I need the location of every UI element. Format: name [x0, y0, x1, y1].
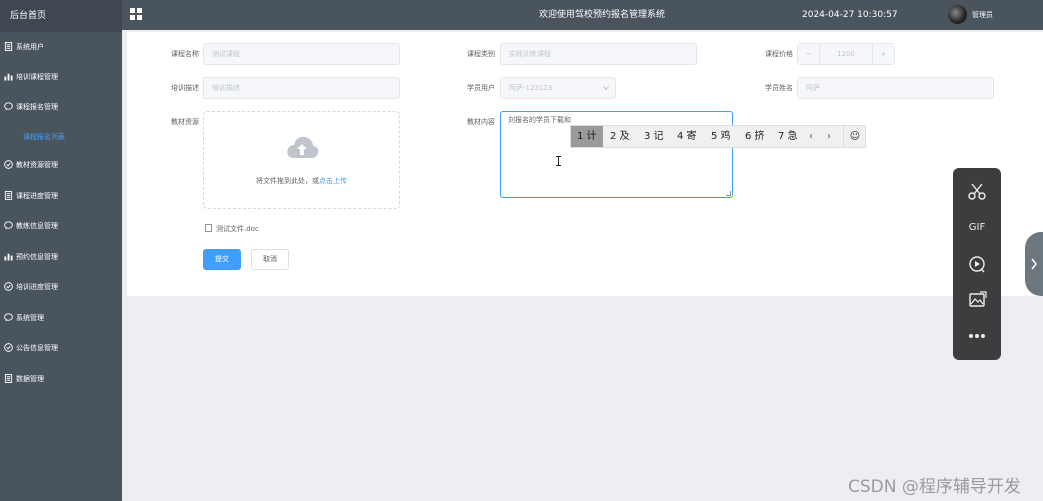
ime-candidate[interactable]: 4 寄: [671, 126, 703, 147]
sidebar-brand-home[interactable]: 后台首页: [0, 0, 122, 32]
ime-candidate[interactable]: 1 计: [571, 126, 603, 147]
student-user-value: 阿萨-123123: [509, 84, 553, 92]
ime-candidate[interactable]: 7 急: [772, 126, 804, 147]
sidebar-item-label: 数据管理: [16, 375, 44, 383]
username[interactable]: 管理员: [972, 0, 993, 30]
sidebar-subitem-enrollment-list[interactable]: 课程报名列表: [0, 127, 122, 147]
file-upload-dropzone[interactable]: 将文件拖到此处，或点击上传: [203, 111, 400, 209]
chevron-right-icon: [1031, 258, 1037, 270]
grid-menu-icon[interactable]: [130, 8, 142, 20]
training-desc-label: 培训描述: [171, 84, 199, 92]
document-icon: [4, 374, 13, 383]
expand-side-tab[interactable]: [1025, 232, 1043, 296]
avatar[interactable]: [948, 5, 967, 24]
ime-candidate[interactable]: 3 记: [638, 126, 670, 147]
student-name-label: 学员姓名: [765, 84, 793, 92]
top-bar: 欢迎使用驾校预约报名管理系统 2024-04-27 10:30:57 管理员: [122, 0, 1043, 30]
course-name-label: 课程名称: [171, 50, 199, 58]
sidebar-item-label: 培训课程管理: [16, 73, 58, 81]
ime-emoji-icon[interactable]: ☺: [843, 126, 866, 147]
more-icon[interactable]: [965, 325, 989, 347]
watermark: CSDN @程序辅导开发: [848, 477, 1021, 497]
text-cursor-icon: [556, 156, 561, 166]
submit-button[interactable]: 提交: [203, 249, 241, 270]
sidebar-item-course-mgmt[interactable]: 培训课程管理: [0, 67, 122, 87]
system-title: 欢迎使用驾校预约报名管理系统: [538, 10, 665, 20]
course-name-input[interactable]: 测试课程: [203, 43, 400, 65]
cancel-button[interactable]: 取消: [251, 249, 289, 270]
click-upload-link[interactable]: 点击上传: [319, 177, 347, 185]
student-user-label: 学员用户: [467, 84, 495, 92]
sidebar-item-coach-mgmt[interactable]: 教练信息管理: [0, 216, 122, 236]
ime-candidate-bar: 1 计 2 及 3 记 4 寄 5 鸡 6 挤 7 急 ‹ › ☺: [570, 125, 866, 148]
student-name-input[interactable]: 阿萨: [797, 77, 994, 99]
screenshot-tools-panel: GIF: [953, 168, 1001, 360]
clock-datetime: 2024-04-27 10:30:57: [802, 10, 898, 20]
document-icon: [4, 42, 13, 51]
gif-icon[interactable]: GIF: [965, 217, 989, 239]
upload-hint-text: 将文件拖到此处，或: [256, 177, 319, 185]
sidebar-item-label: 课程进度管理: [16, 192, 58, 200]
upload-hint: 将文件拖到此处，或点击上传: [204, 176, 399, 186]
course-price-stepper[interactable]: − 1200 +: [797, 43, 895, 65]
file-doc-icon: [205, 224, 212, 232]
chat-icon: [4, 313, 13, 322]
sidebar-item-progress-mgmt[interactable]: 课程进度管理: [0, 186, 122, 206]
sidebar-item-enrollment-mgmt[interactable]: 课程报名管理: [0, 97, 122, 117]
sidebar-item-label: 预约信息管理: [16, 253, 58, 261]
sidebar-item-material-mgmt[interactable]: 教材资源管理: [0, 155, 122, 175]
sidebar: 后台首页 系统用户 培训课程管理 课程报名管理 课程报名列表 教材资源管理 课程…: [0, 0, 122, 501]
record-icon[interactable]: [965, 253, 989, 275]
ime-candidate[interactable]: 5 鸡: [705, 126, 737, 147]
ime-prev-page[interactable]: ‹: [809, 126, 813, 147]
course-type-label: 课程类别: [467, 50, 495, 58]
sidebar-item-booking-mgmt[interactable]: 预约信息管理: [0, 247, 122, 267]
uploaded-file-item[interactable]: 测试文件.doc: [205, 224, 259, 234]
ime-next-page[interactable]: ›: [827, 126, 831, 147]
ime-candidate[interactable]: 6 挤: [739, 126, 771, 147]
student-user-select[interactable]: 阿萨-123123: [500, 77, 616, 99]
form-card: 课程名称 测试课程 课程类别 实践训练课程 课程价格 − 1200 + 培训描述…: [127, 32, 1043, 296]
course-price-value: 1200: [837, 50, 855, 58]
material-content-label: 教材内容: [467, 118, 495, 126]
sidebar-item-label: 课程报名管理: [16, 103, 58, 111]
sidebar-item-label: 教材资源管理: [16, 161, 58, 169]
sidebar-item-system-users[interactable]: 系统用户: [0, 37, 122, 57]
cloud-upload-icon: [287, 136, 319, 158]
sidebar-item-label: 公告信息管理: [16, 344, 58, 352]
chat-icon: [4, 102, 13, 111]
training-desc-input[interactable]: 培训描述: [203, 77, 400, 99]
bar-chart-icon: [4, 253, 13, 261]
material-resource-label: 教材资源: [171, 118, 199, 126]
ime-candidate[interactable]: 2 及: [604, 126, 636, 147]
chat-icon: [4, 221, 13, 230]
bar-chart-icon: [4, 73, 13, 81]
increment-button[interactable]: +: [872, 44, 894, 64]
sidebar-item-training-progress-mgmt[interactable]: 培训进度管理: [0, 277, 122, 297]
decrement-button[interactable]: −: [798, 44, 820, 64]
sidebar-item-data-mgmt[interactable]: 数据管理: [0, 369, 122, 389]
sidebar-item-label: 系统管理: [16, 314, 44, 322]
sidebar-item-label: 教练信息管理: [16, 222, 58, 230]
check-circle-icon: [4, 282, 13, 291]
file-name: 测试文件.doc: [216, 225, 259, 233]
sidebar-item-label: 系统用户: [16, 43, 44, 51]
document-icon: [4, 191, 13, 200]
material-content-value: 刘报名的学员下载和: [508, 116, 571, 124]
sidebar-item-notice-mgmt[interactable]: 公告信息管理: [0, 338, 122, 358]
chevron-down-icon: [603, 86, 609, 91]
course-type-input[interactable]: 实践训练课程: [500, 43, 697, 65]
check-circle-icon: [4, 160, 13, 169]
check-circle-icon: [4, 343, 13, 352]
resize-handle[interactable]: [726, 191, 731, 196]
course-price-label: 课程价格: [765, 50, 793, 58]
scissors-icon[interactable]: [965, 180, 989, 202]
sidebar-item-label: 培训进度管理: [16, 283, 58, 291]
image-icon[interactable]: [965, 289, 989, 311]
sidebar-item-system-mgmt[interactable]: 系统管理: [0, 308, 122, 328]
